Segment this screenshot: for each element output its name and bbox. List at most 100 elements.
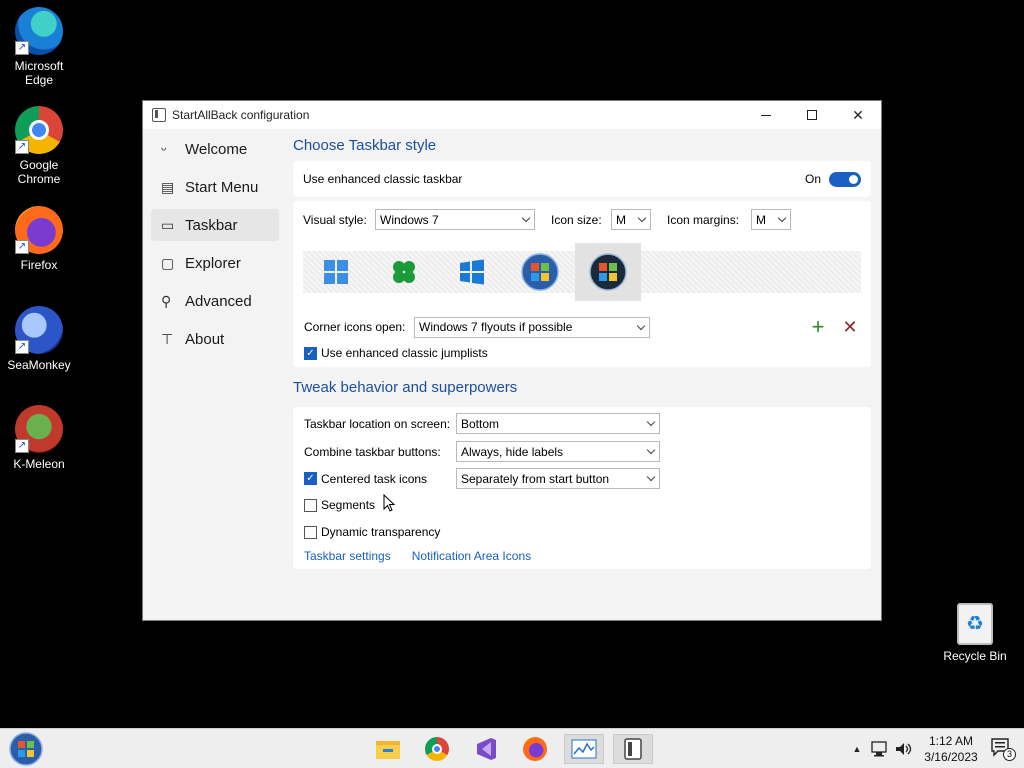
select-value: Windows 7 flyouts if possible xyxy=(419,320,573,334)
add-button[interactable]: + xyxy=(806,314,830,340)
taskbar-app-firefox[interactable] xyxy=(515,734,555,764)
start-menu-icon: ▤ xyxy=(161,178,175,195)
enhanced-taskbar-card: Use enhanced classic taskbar On xyxy=(293,161,871,197)
seamonkey-icon: ↗ xyxy=(15,306,63,354)
minimize-icon xyxy=(761,114,771,116)
section-heading-tweaks: Tweak behavior and superpowers xyxy=(293,379,518,396)
show-hidden-icons-button[interactable]: ▲ xyxy=(850,744,864,754)
sidebar: ᵕ Welcome ▤ Start Menu ▭ Taskbar ▢ Explo… xyxy=(151,133,279,361)
taskbar-app-visual-studio[interactable] xyxy=(466,734,506,764)
firefox-icon: ↗ xyxy=(15,206,63,254)
windows-11-icon xyxy=(324,260,348,284)
centered-icons-checkbox[interactable]: ✓ xyxy=(304,472,317,485)
sidebar-item-start-menu[interactable]: ▤ Start Menu xyxy=(151,171,279,203)
network-icon[interactable] xyxy=(870,740,890,758)
chevron-down-icon xyxy=(646,417,656,427)
chevron-down-icon xyxy=(777,213,787,223)
desktop-icon-k-meleon[interactable]: ↗ K-Meleon xyxy=(1,405,77,471)
explorer-icon: ▢ xyxy=(161,254,175,271)
visual-style-card: Visual style: Windows 7 Icon size: M Ico… xyxy=(293,201,871,367)
clock[interactable]: 1:12 AM 3/16/2023 xyxy=(918,733,984,765)
location-select[interactable]: Bottom xyxy=(456,413,660,434)
visual-style-select[interactable]: Windows 7 xyxy=(375,209,535,230)
style-option-windows-vista[interactable] xyxy=(575,243,641,301)
minimize-button[interactable] xyxy=(743,101,789,129)
sidebar-item-label: Advanced xyxy=(185,292,252,310)
desktop-icon-label: Google xyxy=(19,158,59,172)
chevron-down-icon xyxy=(636,321,646,330)
icon-margins-label: Icon margins: xyxy=(667,212,740,227)
notification-count-badge: 3 xyxy=(1003,748,1016,761)
combine-label: Combine taskbar buttons: xyxy=(304,444,441,459)
chevron-down-icon xyxy=(637,213,647,223)
sidebar-item-label: Start Menu xyxy=(185,178,259,196)
title-bar[interactable]: StartAllBack configuration ✕ xyxy=(143,101,881,129)
file-explorer-icon xyxy=(376,741,400,759)
sidebar-item-taskbar[interactable]: ▭ Taskbar xyxy=(151,209,279,241)
chrome-icon xyxy=(425,737,449,761)
taskbar-app-startallback[interactable] xyxy=(613,734,653,764)
volume-icon[interactable] xyxy=(894,740,914,758)
close-button[interactable]: ✕ xyxy=(835,101,881,129)
sidebar-item-explorer[interactable]: ▢ Explorer xyxy=(151,247,279,279)
chevron-down-icon xyxy=(521,213,531,223)
style-option-clover[interactable] xyxy=(371,243,437,301)
combine-select[interactable]: Always, hide labels xyxy=(456,441,660,462)
style-option-windows-10[interactable] xyxy=(439,243,505,301)
centered-mode-select[interactable]: Separately from start button xyxy=(456,468,660,489)
select-value: M xyxy=(756,212,766,227)
desktop-icon-chrome[interactable]: ↗ Google Chrome xyxy=(1,106,77,186)
enhanced-taskbar-label: Use enhanced classic taskbar xyxy=(303,172,463,186)
sidebar-item-about[interactable]: ⊤ About xyxy=(151,323,279,355)
jumplists-checkbox[interactable]: ✓ xyxy=(304,346,317,360)
sidebar-item-advanced[interactable]: ⚲ Advanced xyxy=(151,285,279,317)
taskbar-app-performance-monitor[interactable] xyxy=(564,734,604,764)
start-button[interactable] xyxy=(8,732,44,766)
taskbar-app-chrome[interactable] xyxy=(417,734,457,764)
remove-button[interactable]: ✕ xyxy=(838,317,862,338)
desktop-icon-firefox[interactable]: ↗ Firefox xyxy=(1,206,77,272)
startallback-app-icon xyxy=(152,108,166,122)
desktop-icon-recycle-bin[interactable]: ♻ Recycle Bin xyxy=(937,603,1013,663)
dynamic-transparency-label: Dynamic transparency xyxy=(321,525,441,539)
maximize-button[interactable] xyxy=(789,101,835,129)
corner-icons-select[interactable]: Windows 7 flyouts if possible xyxy=(414,316,650,338)
desktop-icon-seamonkey[interactable]: ↗ SeaMonkey xyxy=(1,306,77,372)
action-center-button[interactable]: 3 xyxy=(990,737,1016,761)
clock-time: 1:12 AM xyxy=(928,734,974,748)
sidebar-item-welcome[interactable]: ᵕ Welcome xyxy=(151,133,279,165)
desktop-icon-label: Recycle Bin xyxy=(943,649,1007,663)
desktop-icon-label: Chrome xyxy=(17,172,61,186)
chevron-down-icon xyxy=(646,472,656,482)
smiley-icon: ᵕ xyxy=(161,141,167,157)
maximize-icon xyxy=(807,110,817,120)
main-content: Choose Taskbar style Use enhanced classi… xyxy=(293,137,871,569)
desktop-icon-label: SeaMonkey xyxy=(7,358,71,372)
k-meleon-icon: ↗ xyxy=(15,405,63,453)
taskbar-app-file-explorer[interactable] xyxy=(368,734,408,764)
clock-date: 3/16/2023 xyxy=(924,750,978,764)
sidebar-item-label: About xyxy=(185,330,225,348)
sidebar-item-label: Explorer xyxy=(185,254,241,272)
toggle-state-label: On xyxy=(804,172,821,186)
notification-area-icons-link[interactable]: Notification Area Icons xyxy=(412,549,531,563)
desktop-icon-edge[interactable]: ↗ Microsoft Edge xyxy=(1,7,77,87)
dynamic-transparency-checkbox[interactable] xyxy=(304,525,317,539)
enhanced-taskbar-toggle[interactable] xyxy=(829,171,861,187)
icon-size-select[interactable]: M xyxy=(611,209,651,230)
corner-icons-label: Corner icons open: xyxy=(304,320,406,334)
style-option-windows-7[interactable] xyxy=(507,243,573,301)
desktop-icon-label: Firefox xyxy=(20,258,58,272)
edge-icon: ↗ xyxy=(15,7,63,55)
icon-margins-select[interactable]: M xyxy=(751,209,791,230)
close-icon: ✕ xyxy=(852,106,864,123)
windows-10-icon xyxy=(460,259,484,285)
about-icon: ⊤ xyxy=(161,330,174,347)
centered-icons-label: Centered task icons xyxy=(321,471,428,486)
icon-size-label: Icon size: xyxy=(551,212,602,227)
desktop-icon-label: K-Meleon xyxy=(13,457,65,471)
select-value: Always, hide labels xyxy=(461,444,564,459)
segments-checkbox[interactable] xyxy=(304,498,317,512)
taskbar-settings-link[interactable]: Taskbar settings xyxy=(304,549,391,563)
style-option-windows-11[interactable] xyxy=(303,243,369,301)
